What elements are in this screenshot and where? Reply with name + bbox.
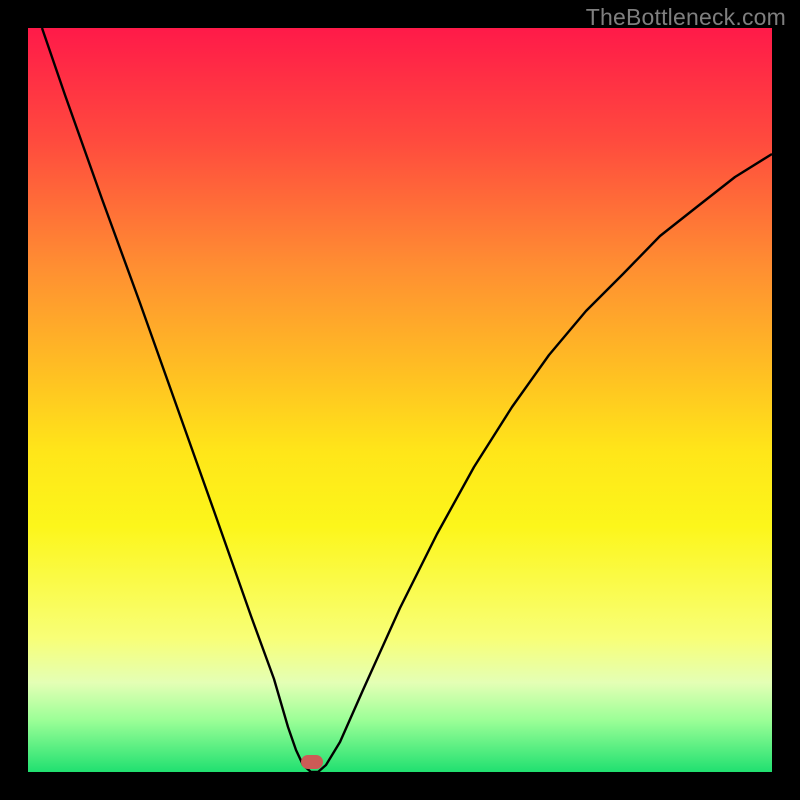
watermark-text: TheBottleneck.com: [586, 4, 786, 31]
curve-path: [42, 28, 772, 772]
optimal-marker: [301, 755, 323, 769]
plot-area: [28, 28, 772, 772]
bottleneck-curve: [28, 28, 772, 772]
